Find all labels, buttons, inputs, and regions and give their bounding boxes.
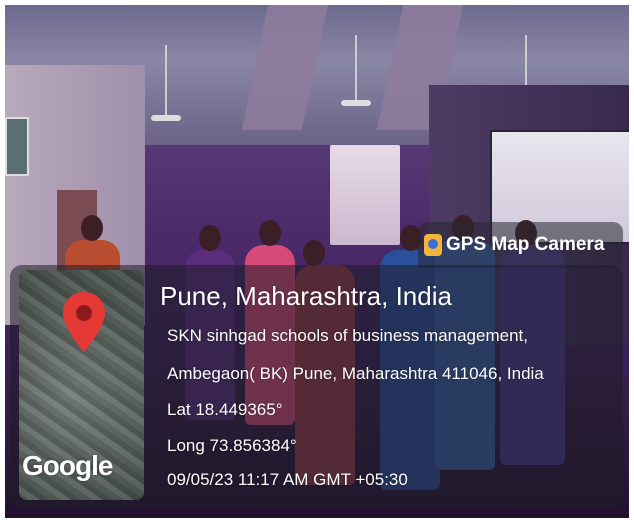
timestamp: 09/05/23 11:17 AM GMT +05:30 bbox=[167, 470, 408, 489]
fan-rod bbox=[165, 45, 167, 115]
ceiling-fan bbox=[341, 100, 371, 106]
fan-rod bbox=[355, 35, 357, 100]
gps-map-camera-icon bbox=[424, 234, 442, 256]
google-logo: Google bbox=[22, 450, 113, 481]
address-line-2: Ambegaon( BK) Pune, Maharashtra 411046, … bbox=[167, 364, 544, 383]
latitude: Lat 18.449365° bbox=[167, 400, 283, 419]
ceiling-fan bbox=[151, 115, 181, 121]
location-pin-icon bbox=[63, 292, 105, 352]
watermark-label: GPS Map Camera bbox=[446, 234, 605, 255]
dancer-head bbox=[259, 220, 281, 246]
longitude: Long 73.856384° bbox=[167, 436, 297, 455]
dancer-head bbox=[303, 240, 325, 266]
event-banner bbox=[330, 145, 400, 245]
window bbox=[5, 117, 29, 176]
location-title: Pune, Maharashtra, India bbox=[160, 281, 452, 311]
address-line-1: SKN sinhgad schools of business manageme… bbox=[167, 326, 528, 345]
dancer-head bbox=[199, 225, 221, 251]
gps-map-camera-watermark: GPS Map Camera bbox=[418, 222, 623, 268]
dancer-head bbox=[81, 215, 103, 241]
